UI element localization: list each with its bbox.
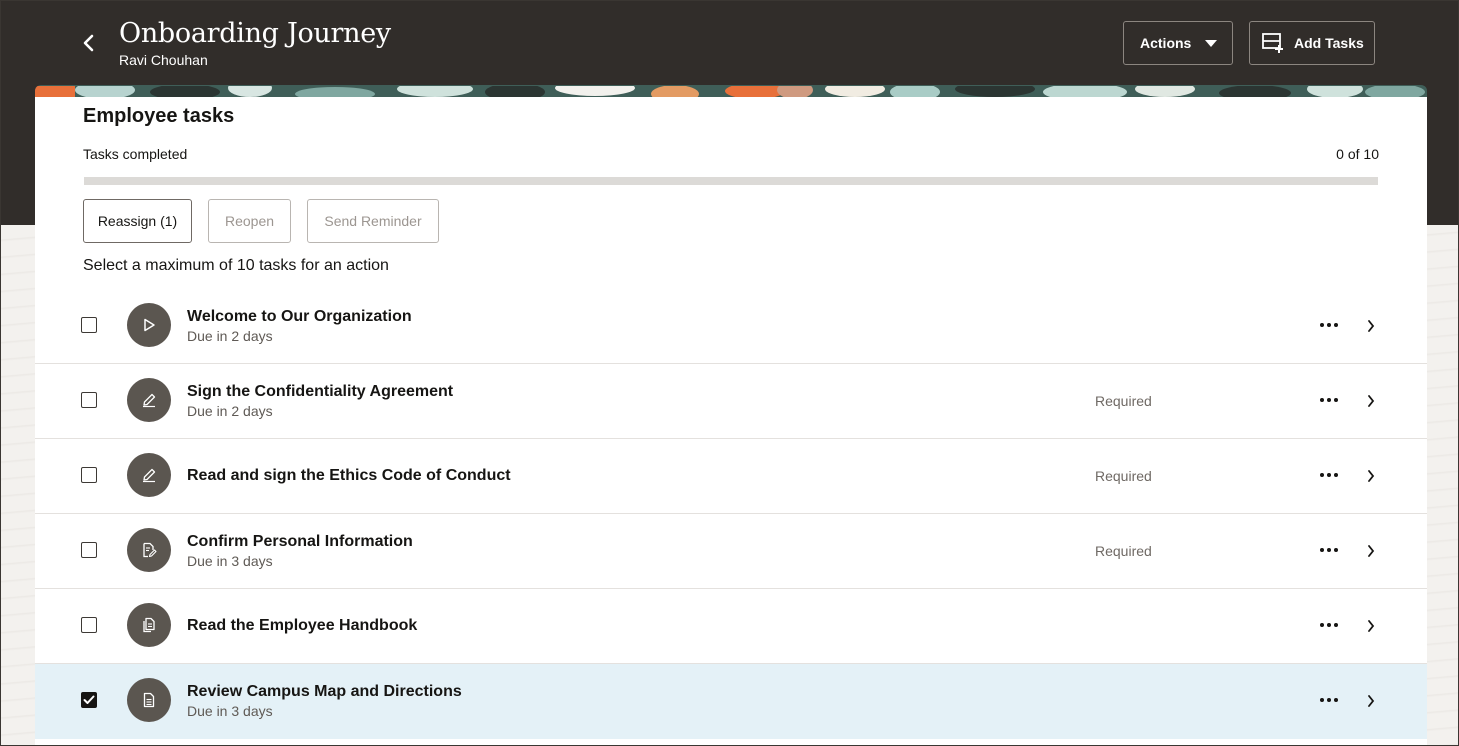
more-options-button[interactable]	[1315, 538, 1343, 562]
reassign-button[interactable]: Reassign (1)	[83, 199, 192, 243]
task-row[interactable]: Confirm Personal Information Due in 3 da…	[35, 514, 1427, 589]
chevron-right-icon	[1368, 695, 1375, 707]
open-task-button[interactable]	[1361, 389, 1381, 413]
required-label: Required	[1095, 393, 1152, 409]
more-options-button[interactable]	[1315, 688, 1343, 712]
task-checkbox[interactable]	[81, 617, 97, 633]
open-task-button[interactable]	[1361, 614, 1381, 638]
task-icon-circle	[127, 678, 171, 722]
open-task-button[interactable]	[1361, 539, 1381, 563]
play-icon	[144, 318, 155, 332]
decorative-banner	[35, 85, 1427, 97]
pen-icon	[143, 393, 156, 408]
chevron-left-icon	[83, 34, 94, 52]
actions-button-label: Actions	[1140, 35, 1192, 51]
progress-bar	[84, 177, 1378, 185]
task-row[interactable]: Welcome to Our Organization Due in 2 day…	[35, 289, 1427, 364]
back-button[interactable]	[77, 31, 101, 55]
add-tasks-button-label: Add Tasks	[1294, 35, 1364, 51]
open-task-button[interactable]	[1361, 689, 1381, 713]
required-label: Required	[1095, 468, 1152, 484]
checkmark-icon	[83, 695, 95, 704]
task-name[interactable]: Sign the Confidentiality Agreement	[187, 383, 453, 401]
task-icon-circle	[127, 303, 171, 347]
tasks-completed-label: Tasks completed	[83, 146, 188, 162]
task-due: Due in 2 days	[187, 328, 273, 344]
task-due: Due in 2 days	[187, 403, 273, 419]
card-title: Employee tasks	[83, 105, 235, 127]
page-title: Onboarding Journey	[119, 18, 391, 49]
task-checkbox[interactable]	[81, 392, 97, 408]
task-icon-circle	[127, 378, 171, 422]
task-icon-circle	[127, 603, 171, 647]
task-checkbox[interactable]	[81, 467, 97, 483]
task-icon-circle	[127, 528, 171, 572]
more-options-button[interactable]	[1315, 613, 1343, 637]
chevron-right-icon	[1368, 620, 1375, 632]
ellipsis-icon	[1320, 473, 1338, 477]
open-task-button[interactable]	[1361, 464, 1381, 488]
open-task-button[interactable]	[1361, 314, 1381, 338]
chevron-right-icon	[1368, 320, 1375, 332]
task-name[interactable]: Read and sign the Ethics Code of Conduct	[187, 467, 511, 485]
page-subtitle: Ravi Chouhan	[119, 52, 208, 68]
task-checkbox-checked[interactable]	[81, 692, 97, 708]
task-row-selected[interactable]: Review Campus Map and Directions Due in …	[35, 664, 1427, 739]
ellipsis-icon	[1320, 548, 1338, 552]
task-checkbox[interactable]	[81, 542, 97, 558]
task-checkbox[interactable]	[81, 317, 97, 333]
tasks-completed-count: 0 of 10	[1336, 146, 1379, 162]
reopen-button[interactable]: Reopen	[208, 199, 291, 243]
employee-tasks-card: Employee tasks Tasks completed 0 of 10 R…	[35, 97, 1427, 745]
document-icon	[143, 692, 155, 708]
task-row[interactable]: Read the Employee Handbook	[35, 589, 1427, 664]
task-icon-circle	[127, 453, 171, 497]
chevron-right-icon	[1368, 545, 1375, 557]
document-edit-icon	[143, 542, 157, 558]
more-options-button[interactable]	[1315, 313, 1343, 337]
task-name[interactable]: Read the Employee Handbook	[187, 617, 417, 635]
documents-icon	[143, 617, 155, 633]
send-reminder-button[interactable]: Send Reminder	[307, 199, 439, 243]
task-list: Welcome to Our Organization Due in 2 day…	[35, 289, 1427, 739]
task-due: Due in 3 days	[187, 553, 273, 569]
chevron-right-icon	[1368, 395, 1375, 407]
task-row[interactable]: Sign the Confidentiality Agreement Due i…	[35, 364, 1427, 439]
required-label: Required	[1095, 543, 1152, 559]
add-tasks-button[interactable]: Add Tasks	[1249, 21, 1375, 65]
task-due: Due in 3 days	[187, 703, 273, 719]
task-row[interactable]: Read and sign the Ethics Code of Conduct…	[35, 439, 1427, 514]
caret-down-icon	[1205, 39, 1218, 47]
actions-button[interactable]: Actions	[1123, 21, 1233, 65]
helper-text: Select a maximum of 10 tasks for an acti…	[83, 257, 389, 274]
ellipsis-icon	[1320, 323, 1338, 327]
more-options-button[interactable]	[1315, 463, 1343, 487]
task-name[interactable]: Welcome to Our Organization	[187, 308, 412, 326]
task-name[interactable]: Review Campus Map and Directions	[187, 683, 462, 701]
add-tasks-icon	[1262, 33, 1283, 53]
more-options-button[interactable]	[1315, 388, 1343, 412]
ellipsis-icon	[1320, 698, 1338, 702]
task-name[interactable]: Confirm Personal Information	[187, 533, 413, 551]
pen-icon	[143, 468, 156, 483]
ellipsis-icon	[1320, 398, 1338, 402]
ellipsis-icon	[1320, 623, 1338, 627]
chevron-right-icon	[1368, 470, 1375, 482]
page: Onboarding Journey Ravi Chouhan Actions …	[0, 0, 1459, 746]
